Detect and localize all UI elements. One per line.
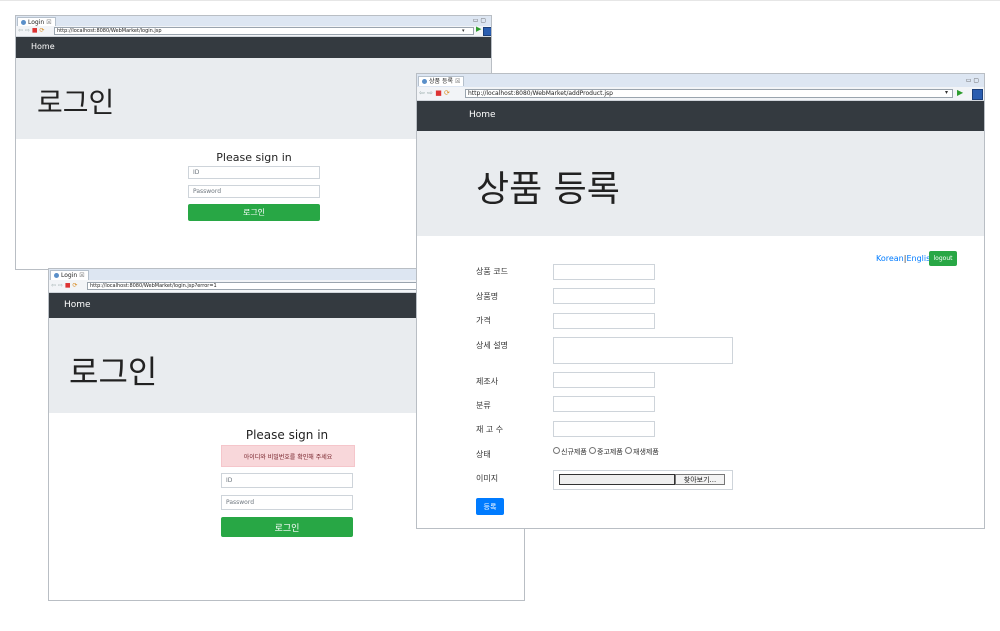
radio-refurbished-label: 재생제품 (633, 448, 659, 456)
nav-buttons[interactable]: ⇦ ⇨ ■ ⟳ (18, 27, 45, 34)
go-icon[interactable]: ▶ (476, 25, 481, 33)
form-heading: Please sign in (216, 151, 292, 164)
image-file-input[interactable]: 찾아보기... (553, 470, 733, 490)
radio-used[interactable]: 중고제품 (589, 447, 623, 456)
add-product-window: 상품 등록 ☒ ▭ ▢ ⇦ ⇨ ■ ⟳ http://localhost:8080… (416, 73, 985, 529)
radio-new[interactable]: 신규제품 (553, 447, 587, 456)
address-bar: ⇦ ⇨ ■ ⟳ http://localhost:8080/WebMarket/… (16, 25, 491, 37)
condition-radio-group: 신규제품 중고제품 재생제품 (553, 447, 659, 457)
login-button[interactable]: 로그인 (188, 204, 320, 221)
price-input[interactable] (553, 313, 655, 329)
page-title: 로그인 (37, 86, 115, 119)
url-field[interactable]: http://localhost:8080/WebMarket/login.js… (54, 27, 474, 35)
submit-button[interactable]: 등록 (476, 498, 504, 515)
browser-tab-login[interactable]: Login ☒ (50, 270, 89, 280)
form-heading: Please sign in (245, 428, 329, 442)
password-input[interactable]: Password (221, 495, 353, 510)
product-name-input[interactable] (553, 288, 655, 304)
tab-title: Login (28, 19, 45, 26)
radio-circle (625, 447, 632, 454)
login-button[interactable]: 로그인 (221, 517, 353, 537)
radio-circle (553, 447, 560, 454)
close-tab-icon[interactable]: ☒ (46, 19, 51, 26)
tab-title: 상품 등록 (429, 78, 453, 85)
globe-icon (54, 273, 59, 278)
url-dropdown-icon[interactable]: ▾ (462, 28, 465, 34)
file-path-field[interactable] (559, 474, 675, 485)
page-top-divider (0, 0, 1000, 1)
tab-title: Login (61, 272, 78, 279)
navbar: Home (16, 37, 491, 58)
url-field[interactable]: http://localhost:8080/WebMarket/addProdu… (465, 89, 953, 98)
logout-button[interactable]: logout (929, 251, 957, 266)
description-textarea[interactable] (553, 337, 733, 364)
nav-home-link[interactable]: Home (31, 42, 55, 51)
nav-home-link[interactable]: Home (469, 110, 496, 120)
id-input[interactable]: ID (221, 473, 353, 488)
radio-used-label: 중고제품 (597, 448, 623, 456)
password-input[interactable]: Password (188, 185, 320, 198)
label-condition: 상태 (476, 450, 491, 459)
label-product-name: 상품명 (476, 292, 499, 301)
url-dropdown-icon[interactable]: ▾ (945, 89, 948, 96)
page-title: 로그인 (69, 353, 158, 391)
stock-input[interactable] (553, 421, 655, 437)
label-image: 이미지 (476, 474, 499, 483)
window-controls[interactable]: ▭ ▢ (473, 17, 486, 24)
browser-tab-add-product[interactable]: 상품 등록 ☒ (418, 76, 465, 86)
radio-circle (589, 447, 596, 454)
browser-menu-icon[interactable] (483, 27, 491, 36)
nav-home-link[interactable]: Home (64, 300, 91, 310)
nav-buttons[interactable]: ⇦ ⇨ ■ ⟳ (51, 282, 78, 289)
nav-buttons[interactable]: ⇦ ⇨ ■ ⟳ (419, 89, 450, 97)
radio-new-label: 신규제품 (561, 448, 587, 456)
language-switcher: Korean|English (876, 254, 935, 263)
browse-button[interactable]: 찾아보기... (675, 474, 725, 485)
jumbotron: 상품 등록 (417, 131, 984, 236)
close-tab-icon[interactable]: ☒ (79, 272, 84, 279)
label-manufacturer: 제조사 (476, 377, 499, 386)
go-icon[interactable]: ▶ (957, 88, 963, 97)
close-tab-icon[interactable]: ☒ (455, 78, 460, 85)
category-input[interactable] (553, 396, 655, 412)
browser-menu-icon[interactable] (972, 89, 983, 100)
product-code-input[interactable] (553, 264, 655, 280)
navbar: Home (417, 101, 984, 131)
label-price: 가격 (476, 316, 491, 325)
page-title: 상품 등록 (476, 169, 620, 210)
label-category: 분류 (476, 401, 491, 410)
label-description: 상세 설명 (476, 341, 508, 350)
label-stock: 재 고 수 (476, 425, 504, 434)
label-product-code: 상품 코드 (476, 267, 508, 276)
tab-bar: 상품 등록 ☒ ▭ ▢ (417, 74, 984, 88)
radio-refurbished[interactable]: 재생제품 (625, 447, 659, 456)
error-alert: 아이디와 비밀번호를 확인해 주세요 (221, 445, 355, 467)
globe-icon (422, 79, 427, 84)
globe-icon (21, 20, 26, 25)
id-input[interactable]: ID (188, 166, 320, 179)
lang-korean-link[interactable]: Korean (876, 254, 904, 263)
window-controls[interactable]: ▭ ▢ (966, 77, 979, 84)
manufacturer-input[interactable] (553, 372, 655, 388)
address-bar: ⇦ ⇨ ■ ⟳ http://localhost:8080/WebMarket/… (417, 87, 984, 101)
